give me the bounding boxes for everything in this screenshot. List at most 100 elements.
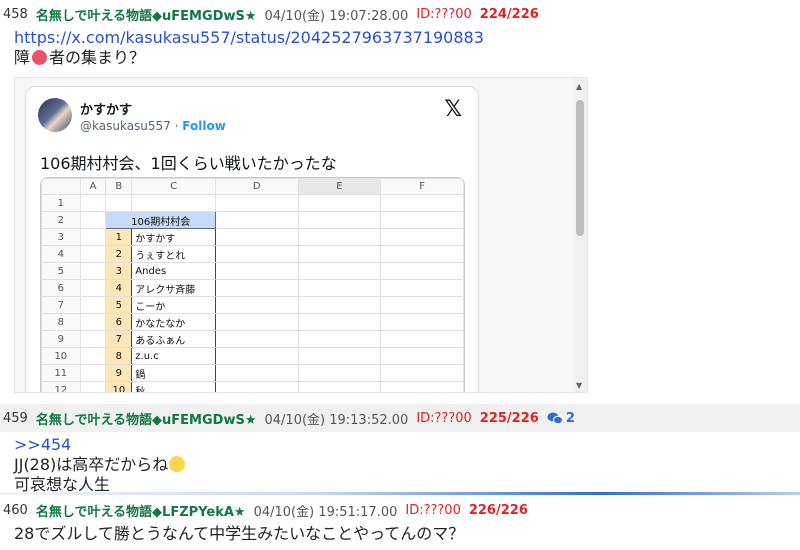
reply-count-badge[interactable]: 2 [547,411,575,426]
entry-number: 1 [105,228,133,246]
post-count: 226/226 [468,502,528,518]
entry-number: 3 [105,262,133,280]
spreadsheet-table: A B C D E F 1 2 106期村村会 3 1 かすかす 4 2 うぇす… [41,178,464,392]
sheet-header-cell: 106期村村会 [105,211,216,229]
post-divider [0,492,800,495]
entry-name: あるふぁん [131,330,216,348]
entry-number: 9 [105,364,133,382]
entry-name: 秋 [131,381,216,392]
x-logo-icon[interactable]: 𝕏 [444,97,462,122]
scroll-thumb[interactable] [576,100,584,236]
row-number: 11 [41,364,81,382]
poster-name: 名無しで叶える物語◆uFEMGDwS★ [35,8,257,24]
tweet-display-name[interactable]: かすかす [80,99,132,118]
entry-name: うぇすとれ [131,245,216,263]
reply-anchor-link[interactable]: >>454 [14,435,71,454]
post-460: 460 名無しで叶える物語◆LFZPYekA★ 04/10(金) 19:51:1… [0,496,800,544]
row-number: 9 [41,330,81,348]
post-459: 459 名無しで叶える物語◆uFEMGDwS★ 04/10(金) 19:13:5… [0,404,800,495]
column-header: B [105,178,133,195]
row-number: 4 [41,245,81,263]
post-header: 460 名無しで叶える物語◆LFZPYekA★ 04/10(金) 19:51:1… [0,496,800,524]
entry-number: 8 [105,347,133,365]
avatar[interactable] [38,98,72,132]
sheet-row: 10 8 z.u.c [41,347,464,365]
entry-name: z.u.c [131,347,216,365]
tweet-embed[interactable]: かすかす @kasukasu557 · Follow 𝕏 106期村村会、1回く… [14,77,588,393]
row-number: 7 [41,296,81,314]
sheet-row: 12 10 秋 [41,381,464,392]
poster-name: 名無しで叶える物語◆uFEMGDwS★ [35,412,257,428]
spreadsheet-image[interactable]: A B C D E F 1 2 106期村村会 3 1 かすかす 4 2 うぇす… [40,177,465,392]
tweet-handle[interactable]: @kasukasu557 [80,119,171,133]
row-number: 2 [41,211,81,229]
entry-name: かなたなか [131,313,216,331]
scroll-down-arrow-icon[interactable]: ▼ [576,381,582,390]
post-header: 459 名無しで叶える物語◆uFEMGDwS★ 04/10(金) 19:13:5… [0,404,800,432]
post-body: 28でズルして勝とうなんて中学生みたいなことやってんのマ？ [0,524,800,544]
sheet-row: 7 5 こーか [41,296,464,314]
post-number[interactable]: 458 [3,7,28,22]
poster-id[interactable]: ID:???00 [416,7,471,22]
row-number: 12 [41,381,81,392]
column-header: E [297,178,382,195]
post-body: https://x.com/kasukasu557/status/2042527… [0,28,800,68]
entry-name: 鍋 [131,364,216,382]
post-number[interactable]: 460 [3,503,28,518]
sheet-row: 1 [41,194,464,212]
column-header: C [131,178,216,195]
tweet-url-link[interactable]: https://x.com/kasukasu557/status/2042527… [14,28,484,47]
row-number: 5 [41,262,81,280]
grinning-sweat-emoji-icon [169,456,186,472]
sheet-row: 5 3 Andes [41,262,464,280]
post-count: 225/226 [479,410,539,426]
entry-number: 10 [105,381,133,392]
entry-number: 7 [105,330,133,348]
entry-name: こーか [131,296,216,314]
tweet-text: 106期村村会、1回くらい戦いたかったな [40,154,337,173]
tweet-handle-line: @kasukasu557 · Follow [80,119,226,133]
post-body: >>454 JJ(28)は高卒だからね 可哀想な人生 [0,432,800,495]
post-text-line: 28でズルして勝とうなんて中学生みたいなことやってんのマ？ [14,524,465,543]
row-number: 10 [41,347,81,365]
reply-count[interactable]: 2 [566,411,575,426]
entry-number: 2 [105,245,133,263]
post-date: 04/10(金) 19:51:17.00 [253,504,398,520]
post-date: 04/10(金) 19:07:28.00 [264,8,409,24]
poster-id[interactable]: ID:???00 [405,503,460,518]
column-header: D [214,178,299,195]
follow-button[interactable]: Follow [182,119,226,133]
post-date: 04/10(金) 19:13:52.00 [264,412,409,428]
text-fragment: 者の集まり？ [49,48,146,67]
column-header: F [380,178,464,195]
sheet-row: 9 7 あるふぁん [41,330,464,348]
row-number: 6 [41,279,81,297]
tweet-card[interactable]: かすかす @kasukasu557 · Follow 𝕏 106期村村会、1回く… [25,86,479,392]
scroll-up-arrow-icon[interactable]: ▲ [576,82,582,91]
separator: · [170,119,183,133]
post-header: 458 名無しで叶える物語◆uFEMGDwS★ 04/10(金) 19:07:2… [0,0,800,28]
row-number: 3 [41,228,81,246]
post-458: 458 名無しで叶える物語◆uFEMGDwS★ 04/10(金) 19:07:2… [0,0,800,68]
post-text: 障者の集まり？ [14,48,800,68]
sheet-row: 6 4 アレクサ斉藤 [41,279,464,297]
speech-bubbles-icon [547,412,563,424]
sheet-row: 11 9 鍋 [41,364,464,382]
row-number: 1 [41,194,81,212]
corner-cell [41,178,81,195]
sheet-row: 4 2 うぇすとれ [41,245,464,263]
post-count: 224/226 [479,6,539,22]
entry-name: アレクサ斉藤 [131,279,216,297]
text-fragment: JJ(28)は高卒だからね [14,455,169,474]
column-header-row: A B C D E F [41,178,464,195]
poster-id[interactable]: ID:???00 [416,411,471,426]
sheet-row: 2 106期村村会 [41,211,464,229]
post-number[interactable]: 459 [3,411,28,426]
sheet-row: 3 1 かすかす [41,228,464,246]
embed-scrollbar[interactable]: ▲ ▼ [573,78,587,392]
column-header: A [79,178,107,195]
entry-number: 5 [105,296,133,314]
entry-name: かすかす [131,228,216,246]
text-fragment: 障 [14,48,31,67]
poster-name: 名無しで叶える物語◆LFZPYekA★ [35,504,246,520]
